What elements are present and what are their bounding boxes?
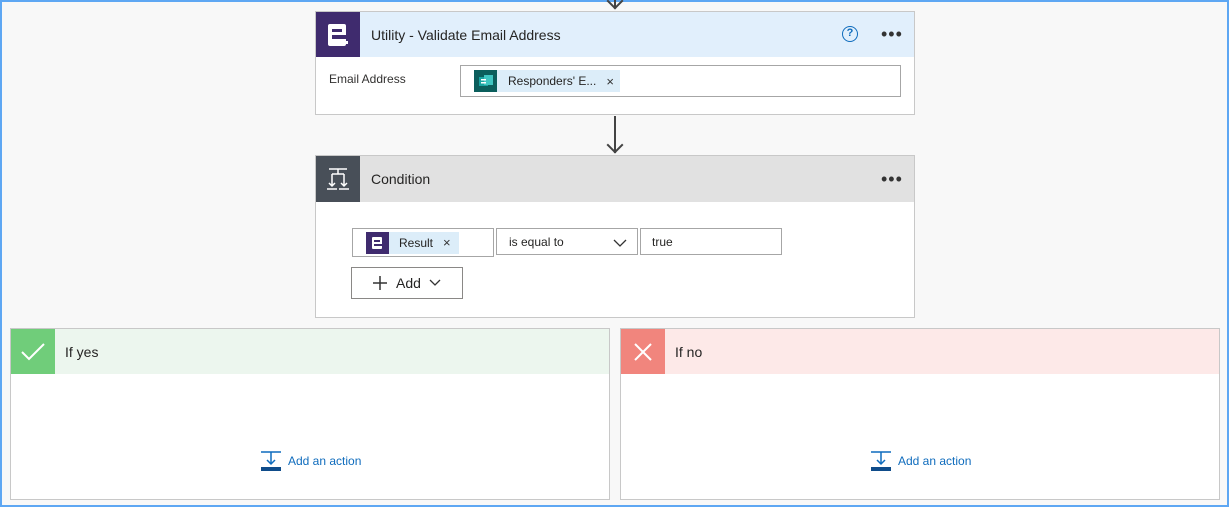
responders-email-token-label: Responders' E... <box>508 74 597 88</box>
add-action-label: Add an action <box>898 454 972 468</box>
add-action-icon <box>871 451 891 471</box>
close-icon <box>621 329 665 374</box>
help-circle-icon[interactable]: ? <box>842 26 858 42</box>
operator-value: is equal to <box>509 234 564 249</box>
checkmark-icon <box>11 329 55 374</box>
if-no-label: If no <box>675 343 703 360</box>
chevron-down-icon <box>429 279 441 286</box>
condition-card-header[interactable]: Condition ••• <box>316 156 914 202</box>
if-yes-branch[interactable]: If yes Add an action <box>10 328 610 500</box>
more-icon[interactable]: ••• <box>881 170 903 188</box>
utility-app-icon <box>316 12 360 57</box>
condition-icon <box>316 156 360 202</box>
chevron-down-icon <box>613 239 627 247</box>
if-no-header[interactable]: If no <box>621 329 1219 374</box>
utility-card-header[interactable]: Utility - Validate Email Address ? ••• <box>316 12 914 57</box>
condition-card-title: Condition <box>371 171 431 187</box>
forms-icon <box>474 70 497 92</box>
email-address-field[interactable]: Responders' E... × <box>460 65 901 97</box>
condition-left-operand[interactable]: Result × <box>352 228 494 257</box>
if-yes-label: If yes <box>65 343 99 360</box>
operator-dropdown[interactable]: is equal to <box>496 228 638 255</box>
right-operand-value: true <box>652 234 673 249</box>
remove-token-icon[interactable]: × <box>606 74 614 89</box>
condition-right-operand[interactable]: true <box>640 228 782 255</box>
add-action-button[interactable]: Add an action <box>260 450 361 472</box>
add-action-icon <box>261 451 281 471</box>
add-button-label: Add <box>396 275 421 291</box>
responders-email-token[interactable]: Responders' E... × <box>474 70 620 92</box>
add-action-button[interactable]: Add an action <box>870 450 971 472</box>
utility-card-title: Utility - Validate Email Address <box>371 26 561 43</box>
result-token[interactable]: Result × <box>366 231 459 254</box>
plus-icon <box>373 276 387 290</box>
add-action-label: Add an action <box>288 454 362 468</box>
email-address-label: Email Address <box>329 72 406 86</box>
utility-action-card[interactable]: Utility - Validate Email Address ? ••• E… <box>315 11 915 115</box>
add-row-button[interactable]: Add <box>351 267 463 299</box>
if-yes-header[interactable]: If yes <box>11 329 609 374</box>
more-icon[interactable]: ••• <box>881 25 903 43</box>
result-token-label: Result <box>399 235 434 250</box>
if-no-branch[interactable]: If no Add an action <box>620 328 1220 500</box>
condition-card[interactable]: Condition ••• Result × is equal to true <box>315 155 915 318</box>
utility-app-icon <box>366 231 389 254</box>
remove-token-icon[interactable]: × <box>443 235 451 250</box>
